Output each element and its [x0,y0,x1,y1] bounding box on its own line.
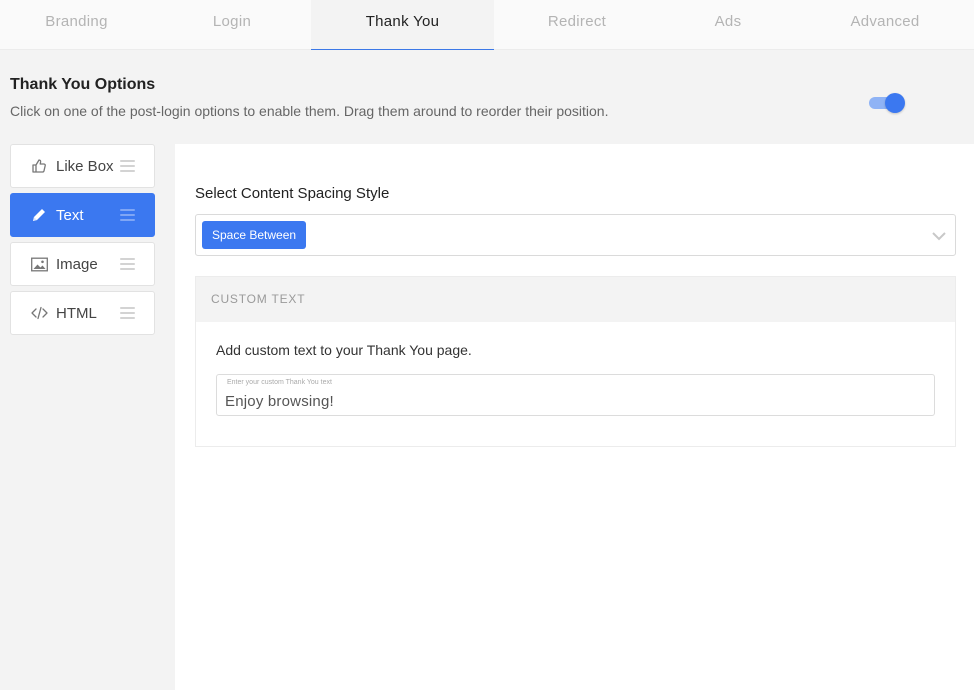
option-html[interactable]: HTML [10,291,155,335]
option-label: Image [56,255,98,273]
drag-handle-icon[interactable] [120,307,135,319]
option-list: Like Box Text Image HTML [10,144,155,340]
spacing-style-select[interactable]: Space Between [195,214,956,256]
custom-text-heading: CUSTOM TEXT [196,277,955,322]
chevron-down-icon [931,229,947,241]
custom-text-input[interactable]: Enter your custom Thank You text Enjoy b… [216,374,935,416]
option-label: HTML [56,304,97,322]
option-label: Text [56,206,84,224]
drag-handle-icon[interactable] [120,258,135,270]
page-title: Thank You Options [10,76,156,93]
selected-spacing-chip: Space Between [202,221,307,249]
enable-toggle[interactable] [869,93,905,113]
tab-ads[interactable]: Ads [660,0,796,50]
page-description: Click on one of the post-login options t… [10,103,609,119]
custom-text-value: Enjoy browsing! [225,393,334,410]
tab-bar: Branding Login Thank You Redirect Ads Ad… [0,0,974,50]
tab-redirect[interactable]: Redirect [494,0,660,50]
options-header: Thank You Options Click on one of the po… [10,76,950,119]
tab-branding[interactable]: Branding [0,0,153,50]
settings-panel: Select Content Spacing Style Space Betwe… [175,144,974,690]
tab-thank-you[interactable]: Thank You [311,0,494,50]
custom-text-description: Add custom text to your Thank You page. [216,342,472,358]
custom-text-card: CUSTOM TEXT Add custom text to your Than… [195,276,956,447]
option-image[interactable]: Image [10,242,155,286]
image-icon [30,255,48,273]
tab-advanced[interactable]: Advanced [796,0,974,50]
toggle-knob [885,93,905,113]
thumbs-up-icon [30,157,48,175]
pencil-icon [30,206,48,224]
spacing-style-label: Select Content Spacing Style [195,185,390,202]
option-text[interactable]: Text [10,193,155,237]
option-label: Like Box [56,157,114,175]
drag-handle-icon[interactable] [120,209,135,221]
code-icon [30,304,48,322]
option-like-box[interactable]: Like Box [10,144,155,188]
custom-text-floating-label: Enter your custom Thank You text [227,379,332,386]
tab-login[interactable]: Login [153,0,311,50]
drag-handle-icon[interactable] [120,160,135,172]
